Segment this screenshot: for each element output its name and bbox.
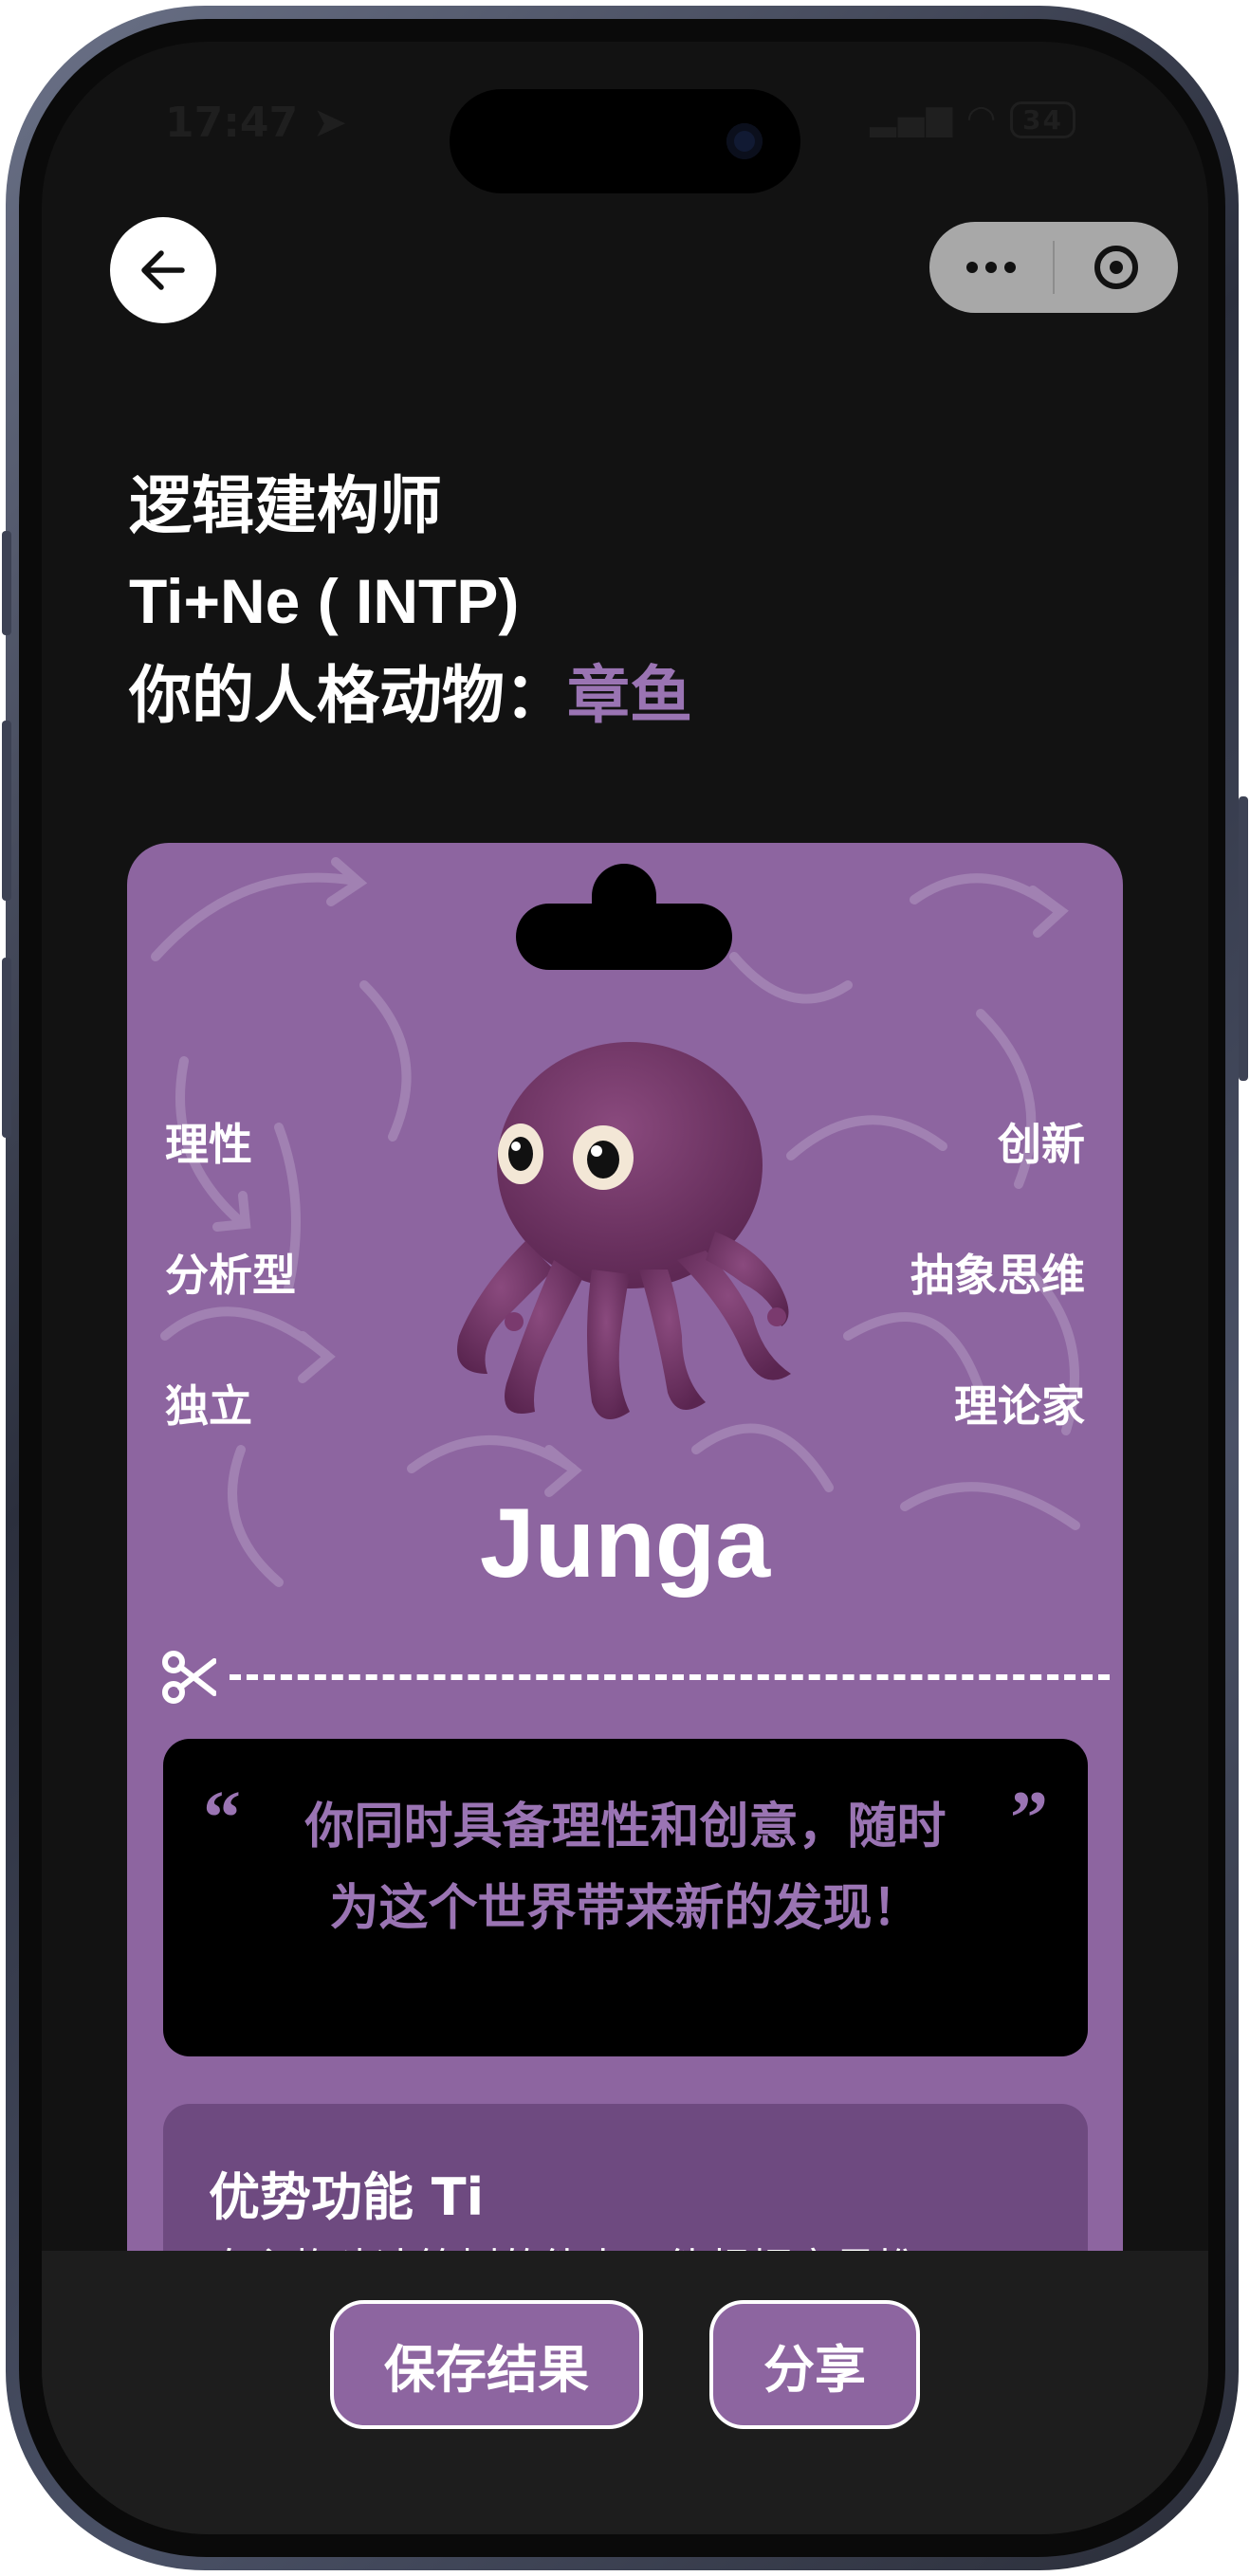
type-code: Ti+Ne ( INTP) [129,566,520,636]
status-indicators: ▂▄▆ ◠ 34 [870,99,1075,138]
mascot-name: Junga [479,1489,771,1599]
trait-right-2: 抽象思维 [910,1250,1085,1301]
quote-box: “ 你同时具备理性和创意，随时为这个世界带来新的发现！ ” [163,1739,1088,2056]
trait-left-1: 理性 [165,1119,252,1170]
hanger-hole [516,864,732,970]
scissors-icon [162,1651,216,1704]
quote-close-icon: ” [1010,1777,1048,1860]
volume-down-button [2,958,11,1138]
location-arrow-icon: ➤ [312,99,348,147]
quote-text: 你同时具备理性和创意，随时为这个世界带来新的发现！ [304,1799,947,1937]
dynamic-island [450,89,800,193]
type-title: 逻辑建构师 [129,469,442,542]
wifi-icon: ◠ [967,99,997,137]
personality-card: 理性 分析型 独立 创新 抽象思维 理论家 Junga “ 你同时具备理性和创意… [127,843,1123,2379]
animal-prefix: 你的人格动物： [129,659,567,732]
close-miniprogram-button[interactable] [1055,222,1178,313]
quote-open-icon: “ [203,1777,241,1860]
octopus-mascot [457,1042,791,1419]
cut-line [161,1649,1110,1706]
trait-right-1: 创新 [998,1119,1085,1170]
animal-line: 你的人格动物：章鱼 [129,649,692,743]
battery-icon: 34 [1010,101,1075,138]
share-button[interactable]: 分享 [709,2300,920,2429]
miniprogram-capsule [929,222,1178,313]
camera-icon [726,123,763,159]
trait-right-3: 理论家 [954,1380,1085,1432]
animal-name: 章鱼 [567,659,692,732]
signal-icon: ▂▄▆ [870,99,955,137]
arrow-left-icon [141,250,185,290]
save-result-button[interactable]: 保存结果 [330,2300,643,2429]
battery-level: 34 [1022,104,1063,136]
more-dots-icon [966,262,1016,273]
phone-screen: 17:47 ➤ ▂▄▆ ◠ 34 逻辑建构师 Ti+Ne ( INTP) 你的人… [42,42,1208,2534]
power-button [1239,796,1248,1081]
more-button[interactable] [929,222,1053,313]
time-label: 17:47 [165,99,299,147]
back-button[interactable] [110,217,216,323]
feature-title: 优势功能 Ti [209,2167,485,2227]
result-heading: 逻辑建构师 Ti+Ne ( INTP) 你的人格动物：章鱼 [129,459,692,743]
trait-left-2: 分析型 [165,1250,296,1301]
status-time: 17:47 ➤ [165,99,347,147]
dashed-divider [230,1674,1110,1680]
trait-left-3: 独立 [165,1380,252,1432]
mute-switch [2,531,11,635]
volume-up-button [2,721,11,901]
target-icon [1094,246,1138,289]
